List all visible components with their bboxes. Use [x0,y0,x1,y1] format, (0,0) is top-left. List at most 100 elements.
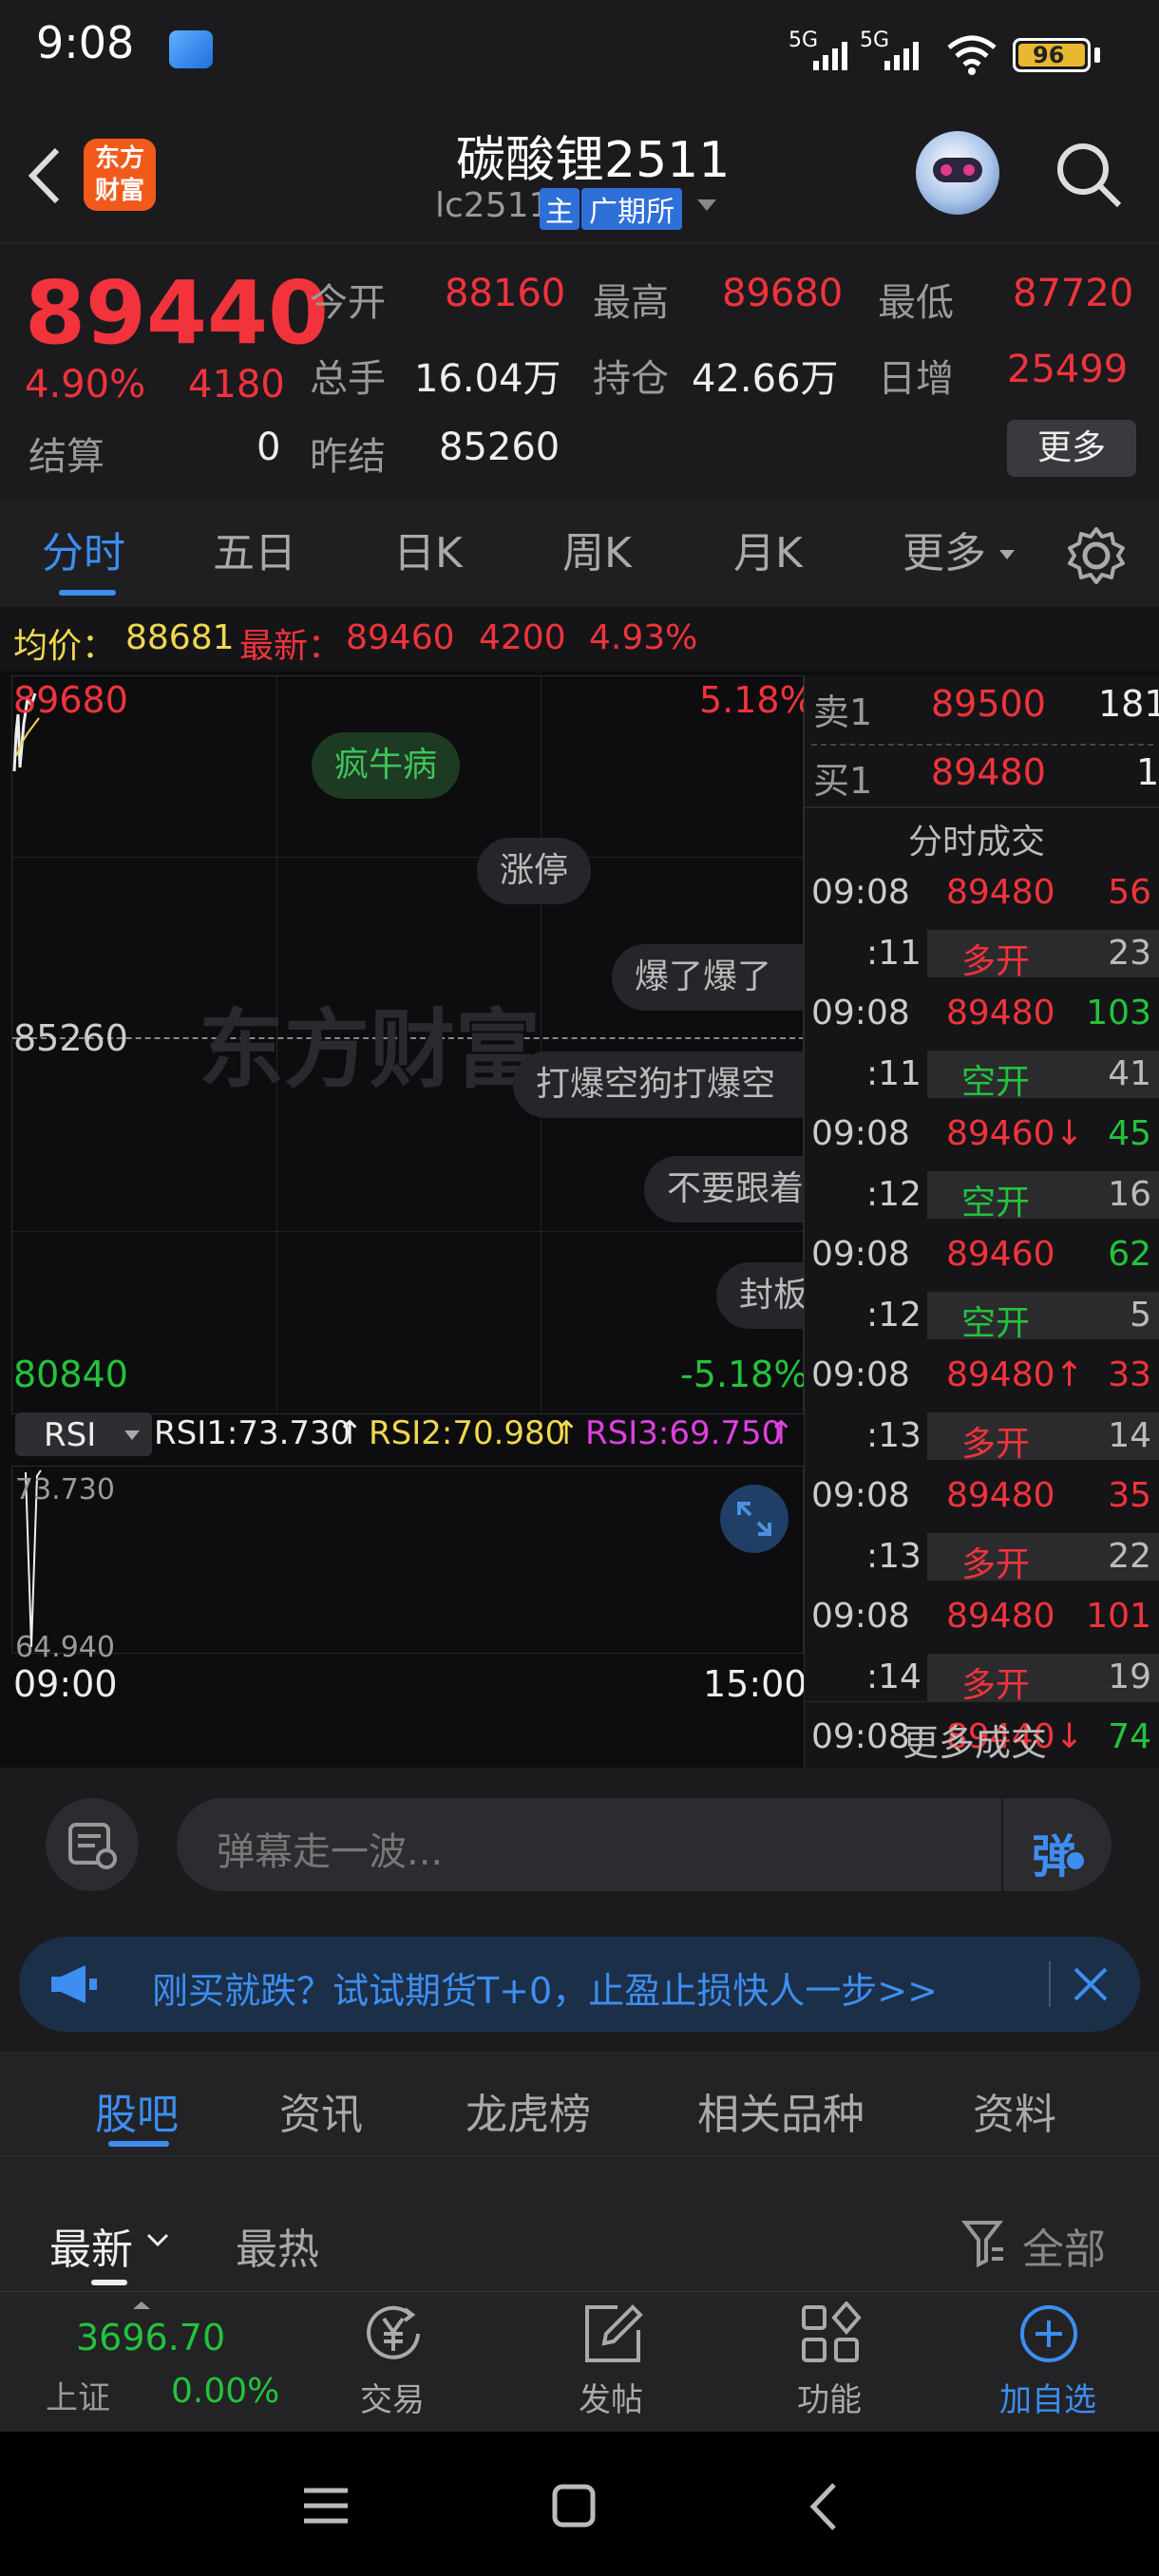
megaphone-icon [51,1965,97,2003]
trade-price: 89480↑ [946,1355,1084,1394]
buy1-label: 买1 [813,760,873,802]
buy1-volume: 1 [1136,751,1159,793]
sort-indicator [91,2280,127,2285]
trade-price: 空开 [961,1062,1031,1102]
tab-more[interactable]: 更多 [902,501,986,607]
app-notification-icon [169,30,213,68]
trade-price: 89460↓ [946,1114,1084,1153]
trade-price: 空开 [961,1183,1031,1222]
y-axis-low-pct: -5.18% [680,1354,808,1395]
buy1-price: 89480 [931,751,1046,793]
tab-news[interactable]: 资讯 [279,2080,363,2141]
settings-gear-icon[interactable] [1066,525,1127,586]
cellular-signal-icon-2 [884,42,919,70]
close-icon[interactable] [1072,1965,1110,2003]
latest-price-label: 最新： [239,627,343,666]
sell1-price: 89500 [931,683,1046,725]
trade-volume: 56 [1108,873,1151,912]
barrage-input-field[interactable]: 弹幕走一波... 弹 [177,1798,1112,1891]
trade-row: 09:08 89480 56 [804,867,1159,919]
trade-row: :14 多开 19 [804,1652,1159,1705]
daily-increase-value: 25499 [1007,348,1129,391]
sell1-volume: 181 [1098,683,1159,725]
prev-settle-value: 85260 [439,426,560,469]
indicator-dropdown-icon [124,1430,140,1440]
index-value: 3696.70 [76,2317,226,2358]
tab-daily-k[interactable]: 日K [393,501,463,607]
sort-chevron-down-icon[interactable] [146,2232,169,2249]
barrage-send-icon[interactable]: 弹 [1032,1817,1089,1884]
trade-volume: 16 [1108,1174,1151,1214]
book-divider [811,744,1153,746]
battery-level: 96 [1033,42,1065,68]
trade-volume: 45 [1108,1114,1151,1153]
avg-price-value: 88681 [125,618,235,657]
tab-guba[interactable]: 股吧 [95,2080,179,2141]
filter-label[interactable]: 全部 [1022,2215,1106,2276]
more-trades-button[interactable]: 更多成交 [804,1701,1159,1768]
indicator-selector[interactable]: RSI [15,1412,152,1456]
rsi-axis-high: 73.730 [15,1473,115,1506]
promo-banner[interactable]: 刚买就跌？试试期货T+0，止盈止损快人一步>> [19,1937,1140,2032]
index-up-indicator-icon [133,2301,150,2309]
trade-price: 89480 [946,994,1055,1032]
trade-price: 89480 [946,1476,1055,1515]
trade-row: :12 空开 16 [804,1169,1159,1222]
tab-profile[interactable]: 资料 [973,2080,1056,2141]
trade-volume: 5 [1130,1295,1151,1335]
rsi-chart[interactable] [11,1466,804,1654]
more-quote-button[interactable]: 更多 [1007,420,1136,477]
system-back-icon[interactable] [808,2481,840,2532]
sell1-label: 卖1 [813,691,873,733]
trade-yen-icon [367,2305,420,2359]
latest-change-pct: 4.93% [589,618,698,657]
active-tab-indicator [108,2141,169,2147]
daily-increase-label: 日增 [878,357,954,401]
trade-time: 09:08 [811,994,910,1032]
high-value: 89680 [722,272,844,315]
filter-icon[interactable] [961,2219,1007,2268]
top-nav-bar: 东方 财富 碳酸锂2511 lc2511 主 广期所 [0,114,1159,242]
grid-apps-icon [802,2301,862,2362]
danmaku-bubble: 封板 [716,1262,804,1329]
trade-volume: 103 [1086,994,1151,1032]
trade-time: :11 [866,933,922,973]
trade-row: 09:08 89480 103 [804,988,1159,1040]
rsi3-up-arrow-icon: ↑ [768,1414,795,1452]
tab-monthly-k[interactable]: 月K [733,501,803,607]
tab-related-varieties[interactable]: 相关品种 [697,2080,864,2141]
rsi2-up-arrow-icon: ↑ [553,1414,580,1452]
trade-volume: 41 [1108,1053,1151,1093]
trade-volume: 33 [1108,1355,1151,1394]
back-arrow-icon[interactable] [21,142,68,209]
quote-panel: 89440 4.90% 4180 结算 0 今开 88160 最高 89680 … [0,242,1159,499]
fullscreen-button[interactable] [720,1485,788,1553]
trade-time: 09:08 [811,1235,910,1274]
trade-volume: 101 [1086,1597,1151,1636]
exchange-badge[interactable]: 广期所 [581,188,682,230]
tab-weekly-k[interactable]: 周K [562,501,632,607]
trade-time: :13 [866,1415,922,1455]
menu-icon[interactable] [302,2485,350,2527]
trade-price: 多开 [961,941,1031,981]
tab-dragon-tiger[interactable]: 龙虎榜 [466,2080,591,2141]
barrage-settings-button[interactable] [46,1798,139,1891]
index-ticker[interactable]: 3696.70 上证 0.00% [19,2292,285,2433]
robot-assistant-icon[interactable] [916,131,999,215]
tab-five-day[interactable]: 五日 [213,501,296,607]
trade-row: :11 空开 41 [804,1049,1159,1102]
more-tab-dropdown-icon[interactable] [998,548,1016,561]
latest-price-value: 89460 [346,618,455,657]
trade-row: :11 多开 23 [804,928,1159,981]
trade-price: 89460 [946,1235,1055,1274]
sort-hot[interactable]: 最热 [236,2215,319,2276]
price-change-pct: 4.90% [25,363,146,407]
sort-latest[interactable]: 最新 [49,2215,133,2276]
home-square-icon[interactable] [551,2483,597,2529]
contract-code: lc2511 [435,186,551,225]
last-price: 89440 [25,262,330,364]
battery-icon: 96 [1013,38,1091,72]
wifi-icon [947,35,997,75]
search-icon[interactable] [1053,139,1125,211]
dropdown-triangle-icon[interactable] [695,198,718,215]
